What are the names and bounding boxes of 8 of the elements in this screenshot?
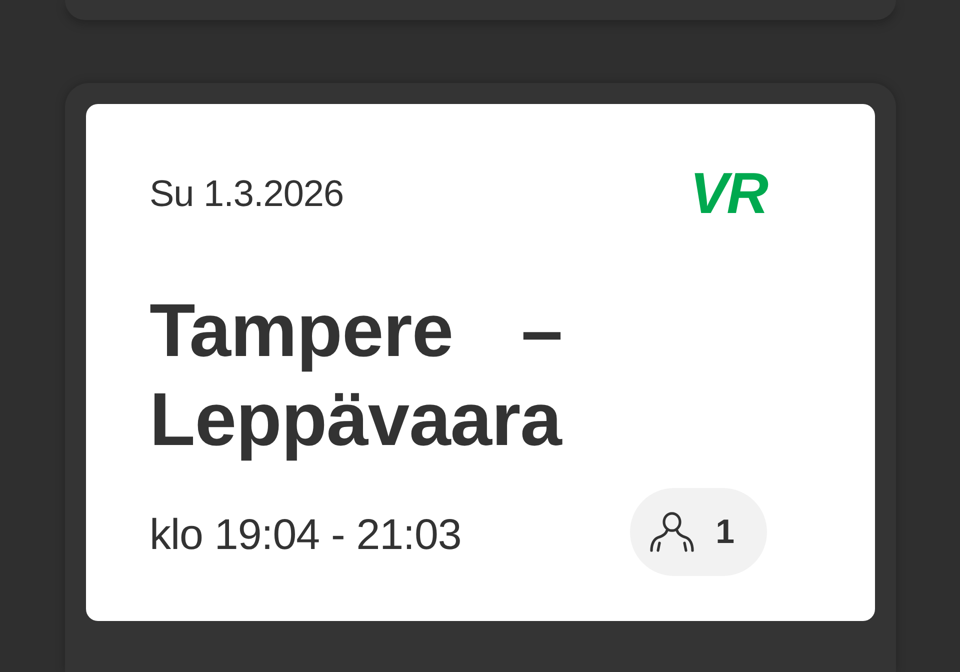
travel-time: klo 19:04 - 21:03	[150, 510, 462, 560]
passenger-count: 1	[716, 512, 734, 552]
person-icon	[650, 512, 694, 552]
travel-date: Su 1.3.2026	[150, 172, 344, 216]
logo: VR	[690, 170, 766, 218]
departure-station: Tampere	[150, 287, 454, 374]
arrival-station: Leppävaara	[150, 376, 562, 463]
route-separator: –	[521, 287, 562, 374]
